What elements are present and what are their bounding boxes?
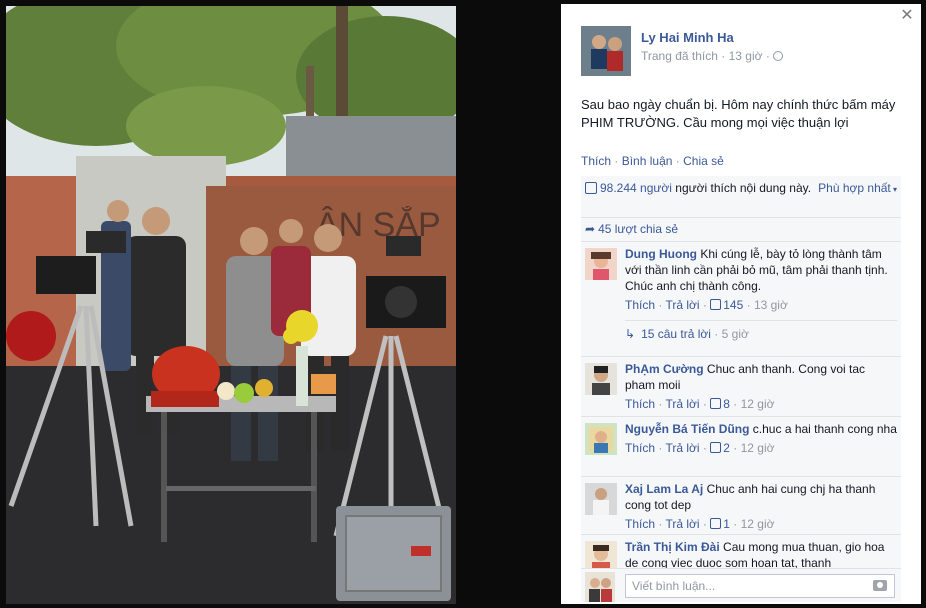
thumbs-up-icon bbox=[710, 299, 722, 310]
comment-item: PhẠm Cường Chuc anh thanh. Cong voi tac … bbox=[581, 356, 901, 416]
comment-body: Dung Huong Khi cúng lễ, bày tỏ lòng thàn… bbox=[625, 246, 897, 294]
comment-time: 12 giờ bbox=[740, 441, 775, 455]
commenter-name[interactable]: Trần Thị Kim Đài bbox=[625, 540, 720, 554]
commenter-name[interactable]: Nguyễn Bá Tiến Dũng bbox=[625, 422, 749, 436]
thumbs-up-icon bbox=[710, 398, 722, 409]
post-panel: ✕ Ly Hai Minh Ha Trang đã thích · 13 giờ… bbox=[561, 4, 921, 604]
commenter-name[interactable]: Dung Huong bbox=[625, 247, 697, 261]
replies-time: 5 giờ bbox=[721, 327, 749, 341]
comment-reply-link[interactable]: Trả lời bbox=[665, 517, 699, 531]
replies-count: 15 câu trả lời bbox=[641, 327, 711, 341]
comment-item: Dung Huong Khi cúng lễ, bày tỏ lòng thàn… bbox=[581, 242, 901, 356]
comment-reply-link[interactable]: Trả lời bbox=[665, 441, 699, 455]
view-replies[interactable]: ↳ 15 câu trả lời · 5 giờ bbox=[625, 320, 897, 346]
sort-label: Phù hợp nhất bbox=[818, 181, 891, 195]
comment-item: Xaj Lam La Aj Chuc anh hai cung chj ha t… bbox=[581, 476, 901, 534]
like-link[interactable]: Thích bbox=[581, 154, 611, 168]
comment-item: Nguyễn Bá Tiến Dũng c.huc a hai thanh co… bbox=[581, 416, 901, 476]
comment-like-count: 2 bbox=[723, 441, 730, 455]
post-meta: Trang đã thích · 13 giờ · bbox=[641, 49, 783, 63]
share-link[interactable]: Chia sẻ bbox=[683, 154, 724, 168]
comment-meta: Thích · Trả lời · 2 · 12 giờ bbox=[625, 441, 775, 455]
comment-likes[interactable]: 145 bbox=[710, 298, 743, 312]
commenter-avatar[interactable] bbox=[585, 423, 617, 455]
likes-text: người thích nội dung này. bbox=[671, 181, 812, 195]
comment-time: 12 giờ bbox=[740, 397, 775, 411]
post-header: Ly Hai Minh Ha Trang đã thích · 13 giờ · bbox=[581, 26, 783, 78]
shares-text: 45 lượt chia sẻ bbox=[598, 222, 679, 236]
commenter-name[interactable]: Xaj Lam La Aj bbox=[625, 482, 703, 496]
share-arrow-icon: ➦ bbox=[585, 222, 596, 236]
comment-like-link[interactable]: Thích bbox=[625, 517, 655, 531]
caret-down-icon: ▾ bbox=[890, 185, 897, 194]
comment-time: 13 giờ bbox=[753, 298, 788, 312]
comment-body: Nguyễn Bá Tiến Dũng c.huc a hai thanh co… bbox=[625, 421, 897, 437]
post-meta-text: Trang đã thích · 13 giờ · bbox=[641, 49, 770, 63]
post-photo[interactable]: ÂN SẮP bbox=[6, 6, 456, 604]
thumbs-up-icon bbox=[710, 518, 722, 529]
thumbs-up-icon bbox=[585, 182, 597, 194]
comment-reply-link[interactable]: Trả lời bbox=[665, 397, 699, 411]
sort-dropdown[interactable]: Phù hợp nhất ▾ bbox=[818, 181, 897, 195]
close-icon[interactable]: ✕ bbox=[899, 8, 915, 24]
author-avatar[interactable] bbox=[581, 26, 631, 76]
comment-text: c.huc a hai thanh cong nha bbox=[752, 422, 897, 436]
post-text: Sau bao ngày chuẩn bị. Hôm nay chính thứ… bbox=[581, 97, 896, 130]
comment-body: Xaj Lam La Aj Chuc anh hai cung chj ha t… bbox=[625, 481, 897, 513]
comment-likes[interactable]: 2 bbox=[710, 441, 730, 455]
comment-body: Trần Thị Kim Đài Cau mong mua thuan, gio… bbox=[625, 539, 897, 571]
commenter-avatar[interactable] bbox=[585, 483, 617, 515]
commenter-avatar[interactable] bbox=[585, 363, 617, 395]
reply-arrow-icon: ↳ bbox=[625, 327, 636, 341]
comment-composer bbox=[581, 568, 901, 602]
likes-count[interactable]: 98.244 người bbox=[600, 181, 672, 195]
comment-like-count: 145 bbox=[723, 298, 744, 312]
feedback-box: 98.244 người người thích nội dung này. P… bbox=[581, 176, 901, 574]
camera-icon[interactable] bbox=[873, 580, 887, 591]
comment-likes[interactable]: 8 bbox=[710, 397, 730, 411]
comment-meta: Thích · Trả lời · 8 · 12 giờ bbox=[625, 397, 775, 411]
post-actions: Thích · Bình luận · Chia sẻ bbox=[581, 154, 724, 168]
comment-reply-link[interactable]: Trả lời bbox=[665, 298, 699, 312]
thumbs-up-icon bbox=[710, 442, 722, 453]
comment-input[interactable] bbox=[625, 574, 895, 598]
comment-like-link[interactable]: Thích bbox=[625, 397, 655, 411]
commenter-avatar[interactable] bbox=[585, 248, 617, 280]
commenter-name[interactable]: PhẠm Cường bbox=[625, 362, 704, 376]
comment-like-count: 8 bbox=[723, 397, 730, 411]
comment-meta: Thích · Trả lời · 145 · 13 giờ bbox=[625, 298, 788, 312]
comment-like-link[interactable]: Thích bbox=[625, 441, 655, 455]
viewer-avatar bbox=[585, 572, 615, 602]
comment-body: PhẠm Cường Chuc anh thanh. Cong voi tac … bbox=[625, 361, 897, 393]
comment-link[interactable]: Bình luận bbox=[622, 154, 673, 168]
photo-filming-ceremony: ÂN SẮP bbox=[6, 6, 456, 604]
comment-like-link[interactable]: Thích bbox=[625, 298, 655, 312]
author-name[interactable]: Ly Hai Minh Ha bbox=[641, 30, 783, 45]
shares-summary[interactable]: ➦ 45 lượt chia sẻ bbox=[581, 218, 901, 242]
comment-time: 12 giờ bbox=[740, 517, 775, 531]
comment-like-count: 1 bbox=[723, 517, 730, 531]
globe-icon bbox=[772, 51, 783, 61]
comment-likes[interactable]: 1 bbox=[710, 517, 730, 531]
likes-summary: 98.244 người người thích nội dung này. P… bbox=[581, 176, 901, 218]
